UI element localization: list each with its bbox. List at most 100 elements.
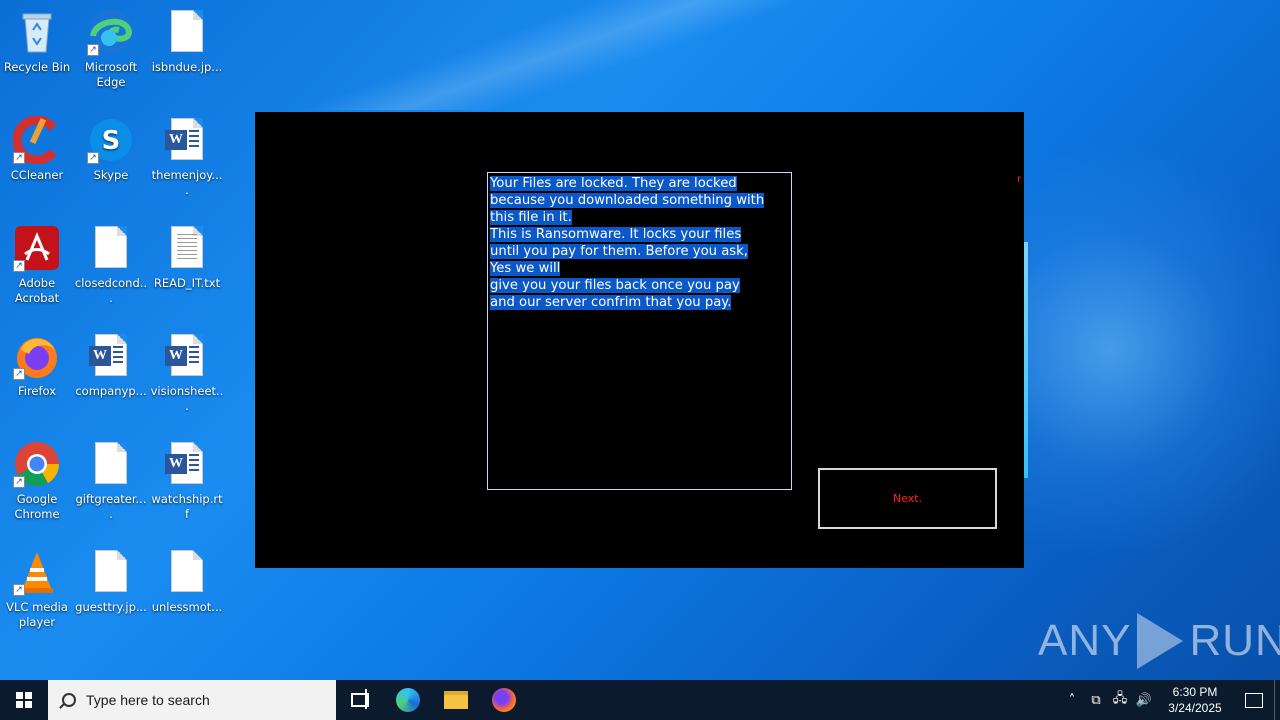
skype-icon: S ↗ xyxy=(87,116,135,164)
blank-file-icon xyxy=(163,548,211,596)
word-doc-icon: W xyxy=(87,332,135,380)
chrome-icon: ↗ xyxy=(13,440,61,488)
acrobat-icon: ↗ xyxy=(13,224,61,272)
blank-file-icon xyxy=(87,548,135,596)
desktop-icon-ccleaner[interactable]: ↗ CCleaner xyxy=(0,110,74,210)
ransom-note-line: This is Ransomware. It locks your files xyxy=(490,227,742,242)
watermark-text-right: RUN xyxy=(1189,616,1280,665)
edge-icon: ↗ xyxy=(87,8,135,56)
word-doc-icon: W xyxy=(163,440,211,488)
word-doc-icon: W xyxy=(163,116,211,164)
anyrun-watermark: ANY RUN xyxy=(1038,610,1280,672)
vlc-icon: ↗ xyxy=(13,548,61,596)
desktop-icon-label: CCleaner xyxy=(10,168,64,182)
blank-file-icon xyxy=(87,224,135,272)
taskbar-firefox-button[interactable] xyxy=(480,680,528,720)
text-file-icon xyxy=(163,224,211,272)
edge-icon xyxy=(396,688,420,712)
firefox-icon xyxy=(492,688,516,712)
desktop-icon-vlc[interactable]: ↗ VLC media player xyxy=(0,542,74,642)
ransom-note-textbox[interactable]: Your Files are locked. They are locked b… xyxy=(487,172,792,490)
next-button[interactable]: Next. xyxy=(818,468,997,529)
search-placeholder: Type here to search xyxy=(86,692,210,708)
red-mark: r xyxy=(1017,174,1022,185)
taskbar: Type here to search ˄ ⧉ 🖧 🔊 6:30 PM 3/24… xyxy=(0,680,1280,720)
desktop-icon-label: VLC media player xyxy=(6,600,68,629)
desktop-icon-label: READ_IT.txt xyxy=(153,276,221,290)
shortcut-arrow-icon: ↗ xyxy=(87,152,99,164)
taskbar-clock[interactable]: 6:30 PM 3/24/2025 xyxy=(1156,684,1234,716)
desktop-icon-label: Skype xyxy=(93,168,129,182)
desktop-icon-label: watchship.rtf xyxy=(151,492,223,521)
desktop-icon-isbndue[interactable]: isbndue.jp... xyxy=(150,2,224,102)
svg-text:S: S xyxy=(102,126,121,156)
shortcut-arrow-icon: ↗ xyxy=(13,368,25,380)
desktop-icon-label: closedcond... xyxy=(74,276,148,305)
clock-date: 3/24/2025 xyxy=(1168,701,1222,715)
desktop-icon-unlessmot[interactable]: unlessmot... xyxy=(150,542,224,642)
ransom-note-line: because you downloaded something with xyxy=(490,193,765,208)
taskbar-file-explorer-button[interactable] xyxy=(432,680,480,720)
desktop-icon-label: Recycle Bin xyxy=(3,60,71,74)
desktop-icon-label: giftgreater.... xyxy=(75,492,147,521)
search-icon xyxy=(62,693,76,707)
desktop-icon-label: Google Chrome xyxy=(14,492,60,521)
network-icon[interactable]: 🖧 xyxy=(1108,680,1132,720)
desktop-icon-label: companyp... xyxy=(75,384,147,398)
clock-time: 6:30 PM xyxy=(1172,685,1218,699)
show-desktop-button[interactable] xyxy=(1274,680,1280,720)
windows-logo-icon xyxy=(16,692,32,708)
desktop-icon-skype[interactable]: S ↗ Skype xyxy=(74,110,148,210)
notification-icon xyxy=(1245,692,1263,708)
task-view-button[interactable] xyxy=(336,680,384,720)
desktop-icon-label: Microsoft Edge xyxy=(84,60,138,89)
desktop-icon-label: Adobe Acrobat xyxy=(14,276,60,305)
desktop-icon-google-chrome[interactable]: ↗ Google Chrome xyxy=(0,434,74,534)
desktop-icon-label: isbndue.jp... xyxy=(151,60,223,74)
desktop-icon-read-it[interactable]: READ_IT.txt xyxy=(150,218,224,318)
play-icon xyxy=(1137,613,1184,669)
ransom-note-line: give you your files back once you pay xyxy=(490,278,740,293)
desktop-icon-label: guesttry.jp... xyxy=(75,600,147,614)
desktop-icon-microsoft-edge[interactable]: ↗ Microsoft Edge xyxy=(74,2,148,102)
taskbar-edge-button[interactable] xyxy=(384,680,432,720)
desktop-icon-giftgreater[interactable]: giftgreater.... xyxy=(74,434,148,534)
desktop-icon-watchship[interactable]: W watchship.rtf xyxy=(150,434,224,534)
start-button[interactable] xyxy=(0,680,48,720)
ransom-note-line: Your Files are locked. They are locked xyxy=(490,176,737,191)
watermark-text-left: ANY xyxy=(1038,616,1132,665)
ransom-note-line: Yes we will xyxy=(490,261,561,276)
blank-file-icon xyxy=(87,440,135,488)
shortcut-arrow-icon: ↗ xyxy=(13,152,25,164)
folder-icon xyxy=(444,691,468,709)
chevron-up-icon[interactable]: ˄ xyxy=(1060,680,1084,720)
word-doc-icon: W xyxy=(163,332,211,380)
volume-icon[interactable]: 🔊 xyxy=(1132,680,1156,720)
shortcut-arrow-icon: ↗ xyxy=(13,584,25,596)
ransom-note-line: and our server confrim that you pay. xyxy=(490,295,732,310)
taskbar-search-box[interactable]: Type here to search xyxy=(48,680,336,720)
shortcut-arrow-icon: ↗ xyxy=(13,476,25,488)
desktop-icon-companyp[interactable]: W companyp... xyxy=(74,326,148,426)
desktop-icon-adobe-acrobat[interactable]: ↗ Adobe Acrobat xyxy=(0,218,74,318)
desktop-icon-label: visionsheet... xyxy=(150,384,224,413)
ransom-note-line: until you pay for them. Before you ask, xyxy=(490,244,748,259)
desktop-icon-label: Firefox xyxy=(17,384,57,398)
desktop-icon-visionsheet[interactable]: W visionsheet... xyxy=(150,326,224,426)
wallpaper-beam xyxy=(200,0,900,110)
desktop-icon-closedcond[interactable]: closedcond... xyxy=(74,218,148,318)
meet-now-icon[interactable]: ⧉ xyxy=(1084,680,1108,720)
blank-file-icon xyxy=(163,8,211,56)
desktop-icon-firefox[interactable]: ↗ Firefox xyxy=(0,326,74,426)
task-view-icon xyxy=(351,689,369,709)
ccleaner-icon: ↗ xyxy=(12,115,61,165)
desktop-icon-guesttry[interactable]: guesttry.jp... xyxy=(74,542,148,642)
window-edge-highlight xyxy=(1024,242,1028,478)
firefox-icon: ↗ xyxy=(13,332,61,380)
desktop-icon-recycle-bin[interactable]: Recycle Bin xyxy=(0,2,74,102)
notification-center-button[interactable] xyxy=(1234,680,1274,720)
desktop-icon-themenjoy[interactable]: W themenjoy.... xyxy=(150,110,224,210)
ransomware-window: Your Files are locked. They are locked b… xyxy=(255,112,1024,568)
shortcut-arrow-icon: ↗ xyxy=(87,44,99,56)
desktop-icon-label: unlessmot... xyxy=(151,600,223,614)
